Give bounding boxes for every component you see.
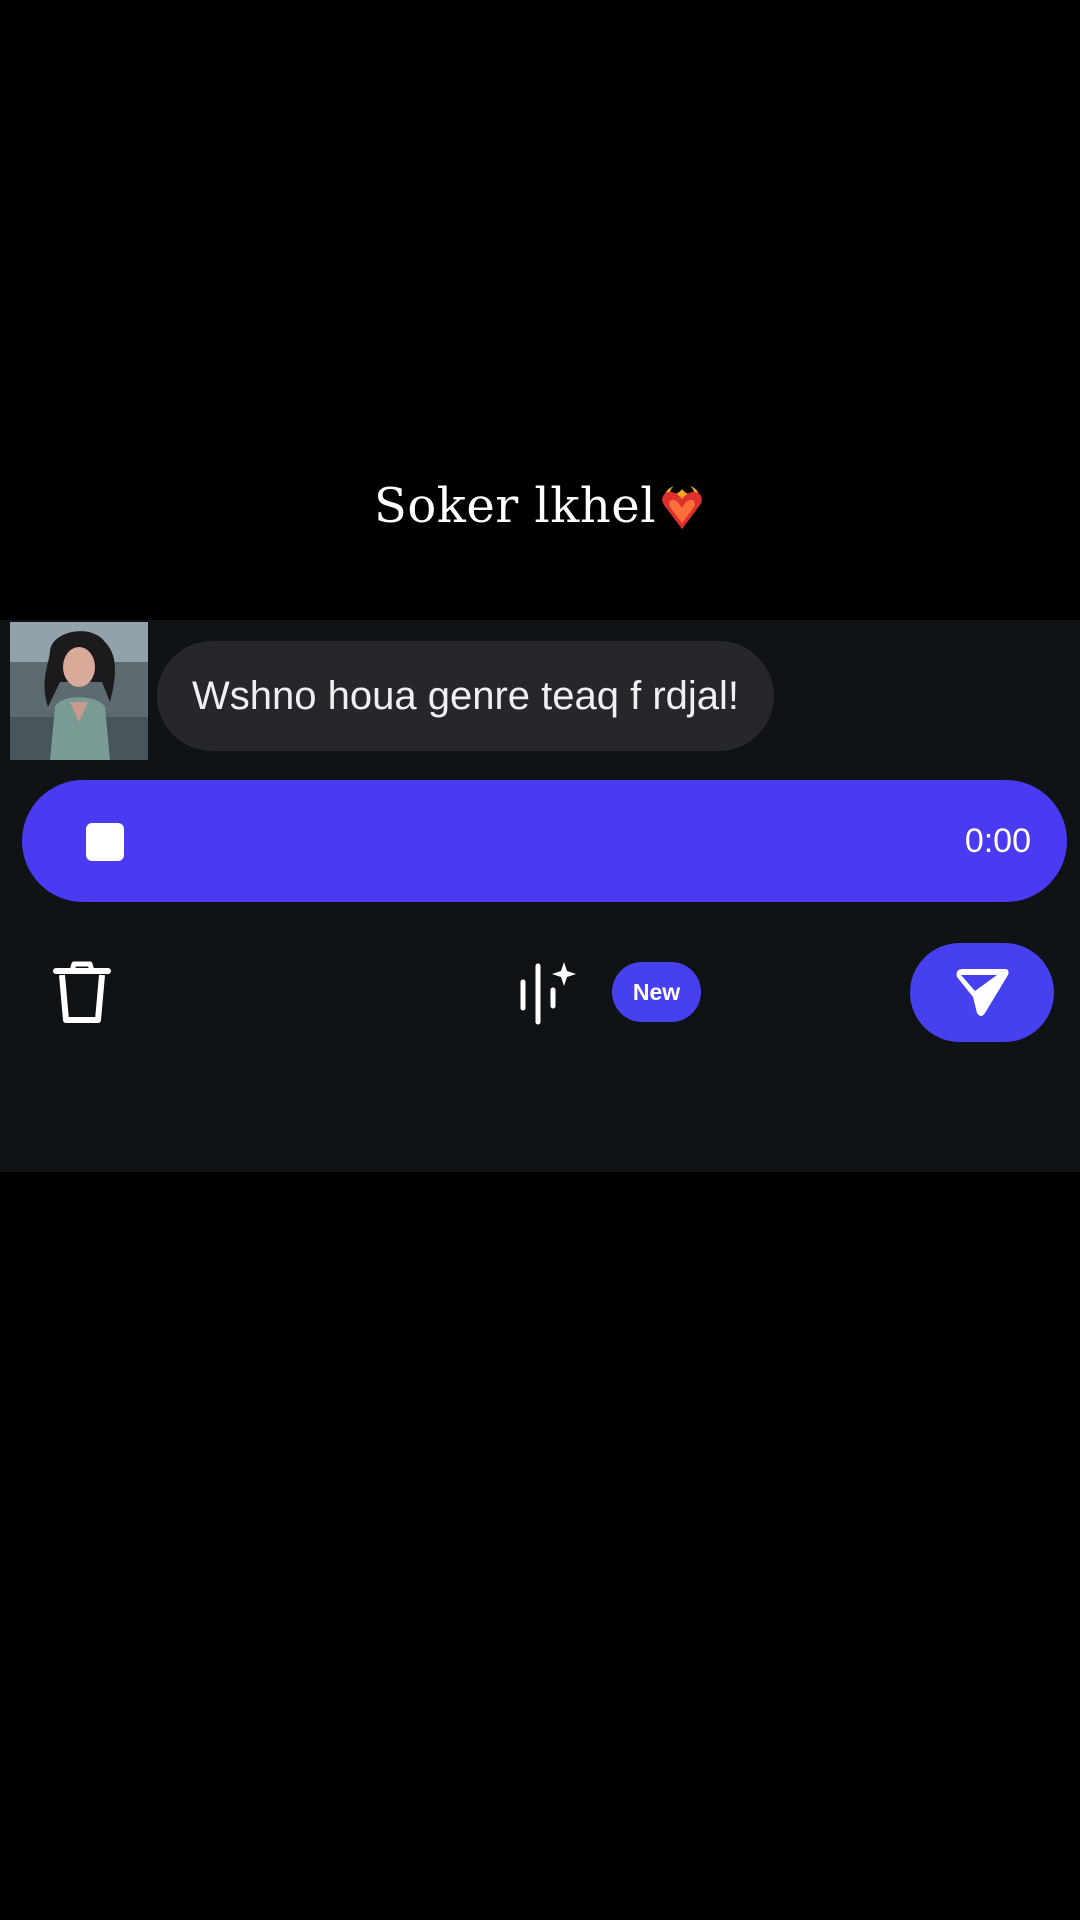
profile-photo [10,622,148,760]
message-bubble[interactable]: Wshno houa genre teaq f rdjal! [157,641,775,751]
trash-icon[interactable] [52,960,112,1026]
avatar[interactable] [10,622,148,760]
send-button[interactable] [910,943,1054,1042]
voice-message-panel: Wshno houa genre teaq f rdjal! 0:00 New [0,620,1080,1172]
voice-effects-sparkle-icon[interactable] [518,960,578,1026]
send-icon [956,969,1009,1016]
stop-icon[interactable] [86,823,124,861]
caption-text: Soker lkhel [373,478,657,534]
message-text: Wshno houa genre teaq f rdjal! [192,674,740,718]
voice-recorder-bar: 0:00 [22,780,1067,902]
recording-timer: 0:00 [964,822,1031,860]
screen: Soker lkhel Wshno houa genre teaq f rdja… [0,0,1080,1920]
new-badge: New [612,962,701,1022]
heart-on-fire-icon [662,486,702,529]
video-caption: Soker lkhel [0,478,1080,534]
